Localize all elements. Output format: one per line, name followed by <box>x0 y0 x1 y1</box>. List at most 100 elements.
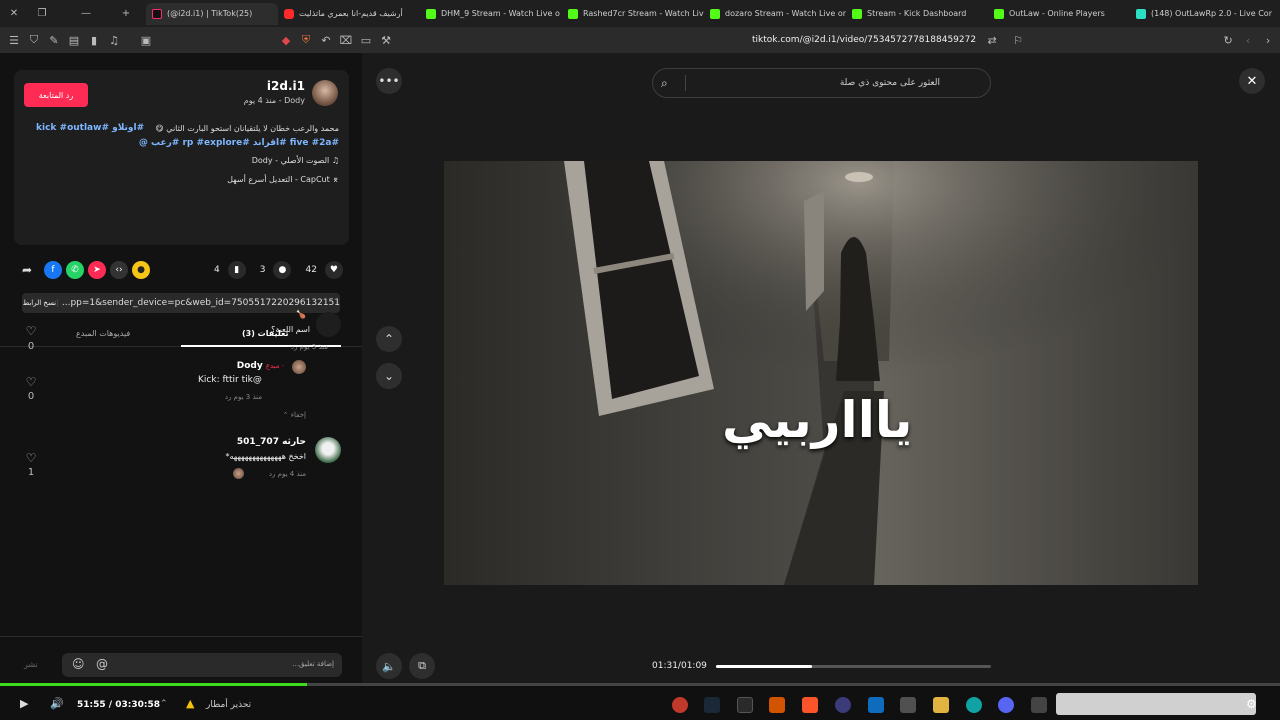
cast-icon[interactable]: ⌧ <box>336 34 356 47</box>
browser-tab[interactable]: أرشيف قديم-انا بعمري ماتذليت <box>278 3 420 25</box>
search-input[interactable]: العثور على محتوى ذي صلة <box>840 78 940 88</box>
video-frame[interactable]: ياااربيي <box>444 161 1198 585</box>
hide-replies-button[interactable]: إخفاء ⌃ <box>283 411 306 419</box>
commenter-name[interactable]: حارثه 707_501 <box>237 437 306 447</box>
comment-like-icon[interactable]: ♡ <box>24 451 38 465</box>
taskbar-app-icon[interactable] <box>998 697 1014 713</box>
menu-icon[interactable]: ☰ <box>4 34 24 47</box>
extensions-icon[interactable]: ✎ <box>44 34 64 47</box>
emoji-icon[interactable]: ☺ <box>72 657 85 671</box>
new-tab-icon[interactable]: + <box>112 8 140 19</box>
brave-icon[interactable] <box>802 697 818 713</box>
shield-icon[interactable]: ⛉ <box>24 33 44 47</box>
post-comment-button[interactable]: نشر <box>24 660 38 669</box>
pip-button[interactable]: ⧉ <box>409 653 435 679</box>
related-search-bar[interactable]: ⌕ العثور على محتوى ذي صلة <box>652 68 991 98</box>
tabs-icon[interactable]: ▤ <box>64 34 84 47</box>
share-url-text[interactable]: ...pp=1&sender_device=pc&web_id=75055172… <box>58 298 340 308</box>
close-button[interactable]: ✕ <box>1239 68 1265 94</box>
taskbar-app-icon[interactable] <box>868 697 884 713</box>
sound-link[interactable]: ♫ الصوت الأصلي - Dody <box>252 156 339 165</box>
bookmark-icon[interactable]: ⚐ <box>1008 34 1028 47</box>
chevron-up-icon[interactable]: ⌃ <box>160 699 168 709</box>
tab-creator-videos[interactable]: فيديوهات المبدع <box>76 329 130 338</box>
seek-track[interactable] <box>0 683 1280 686</box>
taskbar-app-icon[interactable] <box>672 697 688 713</box>
commenter-avatar[interactable] <box>316 312 341 337</box>
steam-icon[interactable] <box>704 697 720 713</box>
caption-hashtags-2[interactable]: #five #2a #اقراند #rp #explore #رعب @ <box>79 138 339 148</box>
previous-video-button[interactable]: ⌃ <box>376 326 402 352</box>
commenter-avatar[interactable] <box>315 437 341 463</box>
music-icon[interactable]: ♫ <box>104 34 124 47</box>
browser-tab[interactable]: Stream - Kick Dashboard <box>846 3 988 25</box>
url-text[interactable]: tiktok.com/@i2d.i1/video/753457277818845… <box>752 35 976 45</box>
folder-icon[interactable] <box>933 697 949 713</box>
heart-icon[interactable]: ♥ <box>324 261 343 279</box>
share-row: ➦ f ✆ ➤ ‹› ● <box>22 261 150 279</box>
bookmark-icon[interactable]: ▮ <box>227 261 246 279</box>
taskbar-app-icon[interactable] <box>737 697 753 713</box>
taskbar-app-icon[interactable] <box>769 697 785 713</box>
minimize-window-icon[interactable]: — <box>72 8 100 19</box>
play-icon[interactable]: ▶ <box>20 697 28 710</box>
mention-icon[interactable]: @ <box>96 657 108 671</box>
sidebar-icon[interactable]: ▮ <box>84 34 104 47</box>
share-arrow-icon[interactable]: ➦ <box>22 263 40 277</box>
sidebar-toggle-icon[interactable]: ✕ <box>0 8 28 19</box>
comment-input-box[interactable]: ☺ @ إضافة تعليق... <box>62 653 342 677</box>
comment-like-icon[interactable]: ♡ <box>24 324 38 338</box>
tab-favicon-icon <box>568 8 578 19</box>
reload-icon[interactable]: ↻ <box>1218 34 1238 47</box>
edge-icon[interactable] <box>966 697 982 713</box>
commenter-name[interactable]: 🍗 <box>296 310 306 319</box>
settings-icon[interactable]: ⚙ <box>1246 697 1257 711</box>
tool-icon[interactable]: ⚒ <box>376 34 396 47</box>
translate-icon[interactable]: ⇄ <box>982 34 1002 47</box>
browser-tab[interactable]: Rashed7cr Stream - Watch Liv <box>562 3 704 25</box>
browser-tab[interactable]: (148) OutLawRp 2.0 - Live Com <box>1130 3 1272 25</box>
browser-tab[interactable]: (@i2d.i1) | TikTok(25) <box>146 2 278 25</box>
embed-icon[interactable]: ‹› <box>110 261 128 279</box>
comment-icon[interactable]: ● <box>273 261 292 279</box>
send-icon[interactable]: ➤ <box>88 261 106 279</box>
pip-icon[interactable]: ▭ <box>356 34 376 47</box>
follow-back-button[interactable]: رد المتابعة <box>24 83 88 107</box>
undo-icon[interactable]: ↶ <box>316 34 336 47</box>
whatsapp-icon[interactable]: ✆ <box>66 261 84 279</box>
comment-like-icon[interactable]: ♡ <box>24 375 38 389</box>
copy-link-button[interactable]: نسخ الرابط <box>22 299 58 307</box>
forward-icon[interactable]: › <box>1258 34 1278 47</box>
browser-tab[interactable]: dozaro Stream - Watch Live or <box>704 3 846 25</box>
author-username[interactable]: i2d.i1 <box>267 79 305 93</box>
more-options-button[interactable]: ••• <box>376 68 402 94</box>
video-progress-track[interactable] <box>716 665 991 668</box>
taskbar-app-icon[interactable] <box>900 697 916 713</box>
caption-hashtags-1[interactable]: #اوتلاو #kick #outlaw <box>36 123 144 133</box>
commenter-avatar[interactable] <box>292 360 306 374</box>
capcut-icon: ⌆ <box>329 175 339 184</box>
coin-icon[interactable]: ● <box>132 261 150 279</box>
extension-red-icon[interactable]: ◆ <box>276 34 296 47</box>
next-video-button[interactable]: ⌄ <box>376 363 402 389</box>
back-icon[interactable]: ‹ <box>1238 34 1258 47</box>
comment-text: اخخخ ههههههههههههههه* <box>225 452 306 461</box>
comments-count: 3 <box>259 265 266 275</box>
volume-icon[interactable]: 🔊 <box>50 697 64 710</box>
browser-tab[interactable]: DHM_9 Stream - Watch Live o <box>420 3 562 25</box>
address-bar: ☰ ⛉ ✎ ▤ ▮ ♫ ▣ ◆ ⛨ ↶ ⌧ ▭ ⚒ tiktok.com/@i2… <box>0 27 1280 53</box>
author-avatar[interactable] <box>312 80 338 106</box>
mute-button[interactable]: 🔈 <box>376 653 402 679</box>
browser-tab[interactable]: OutLaw - Online Players <box>988 3 1130 25</box>
commenter-name[interactable]: · مبدع Dody <box>237 361 284 371</box>
facebook-icon[interactable]: f <box>44 261 62 279</box>
search-icon[interactable]: ⌕ <box>661 76 679 91</box>
screenshot-icon[interactable]: ▣ <box>136 34 156 47</box>
comment-meta: منذ 3 يوم رد <box>224 393 262 401</box>
capcut-link[interactable]: ⌆ CapCut - التعديل أسرع أسهل <box>227 175 339 184</box>
extension-shield-icon[interactable]: ⛨ <box>296 33 316 47</box>
restore-window-icon[interactable]: ❐ <box>28 8 56 19</box>
taskbar-app-icon[interactable] <box>1031 697 1047 713</box>
obs-icon[interactable] <box>835 697 851 713</box>
comment-input[interactable]: إضافة تعليق... <box>292 660 334 668</box>
